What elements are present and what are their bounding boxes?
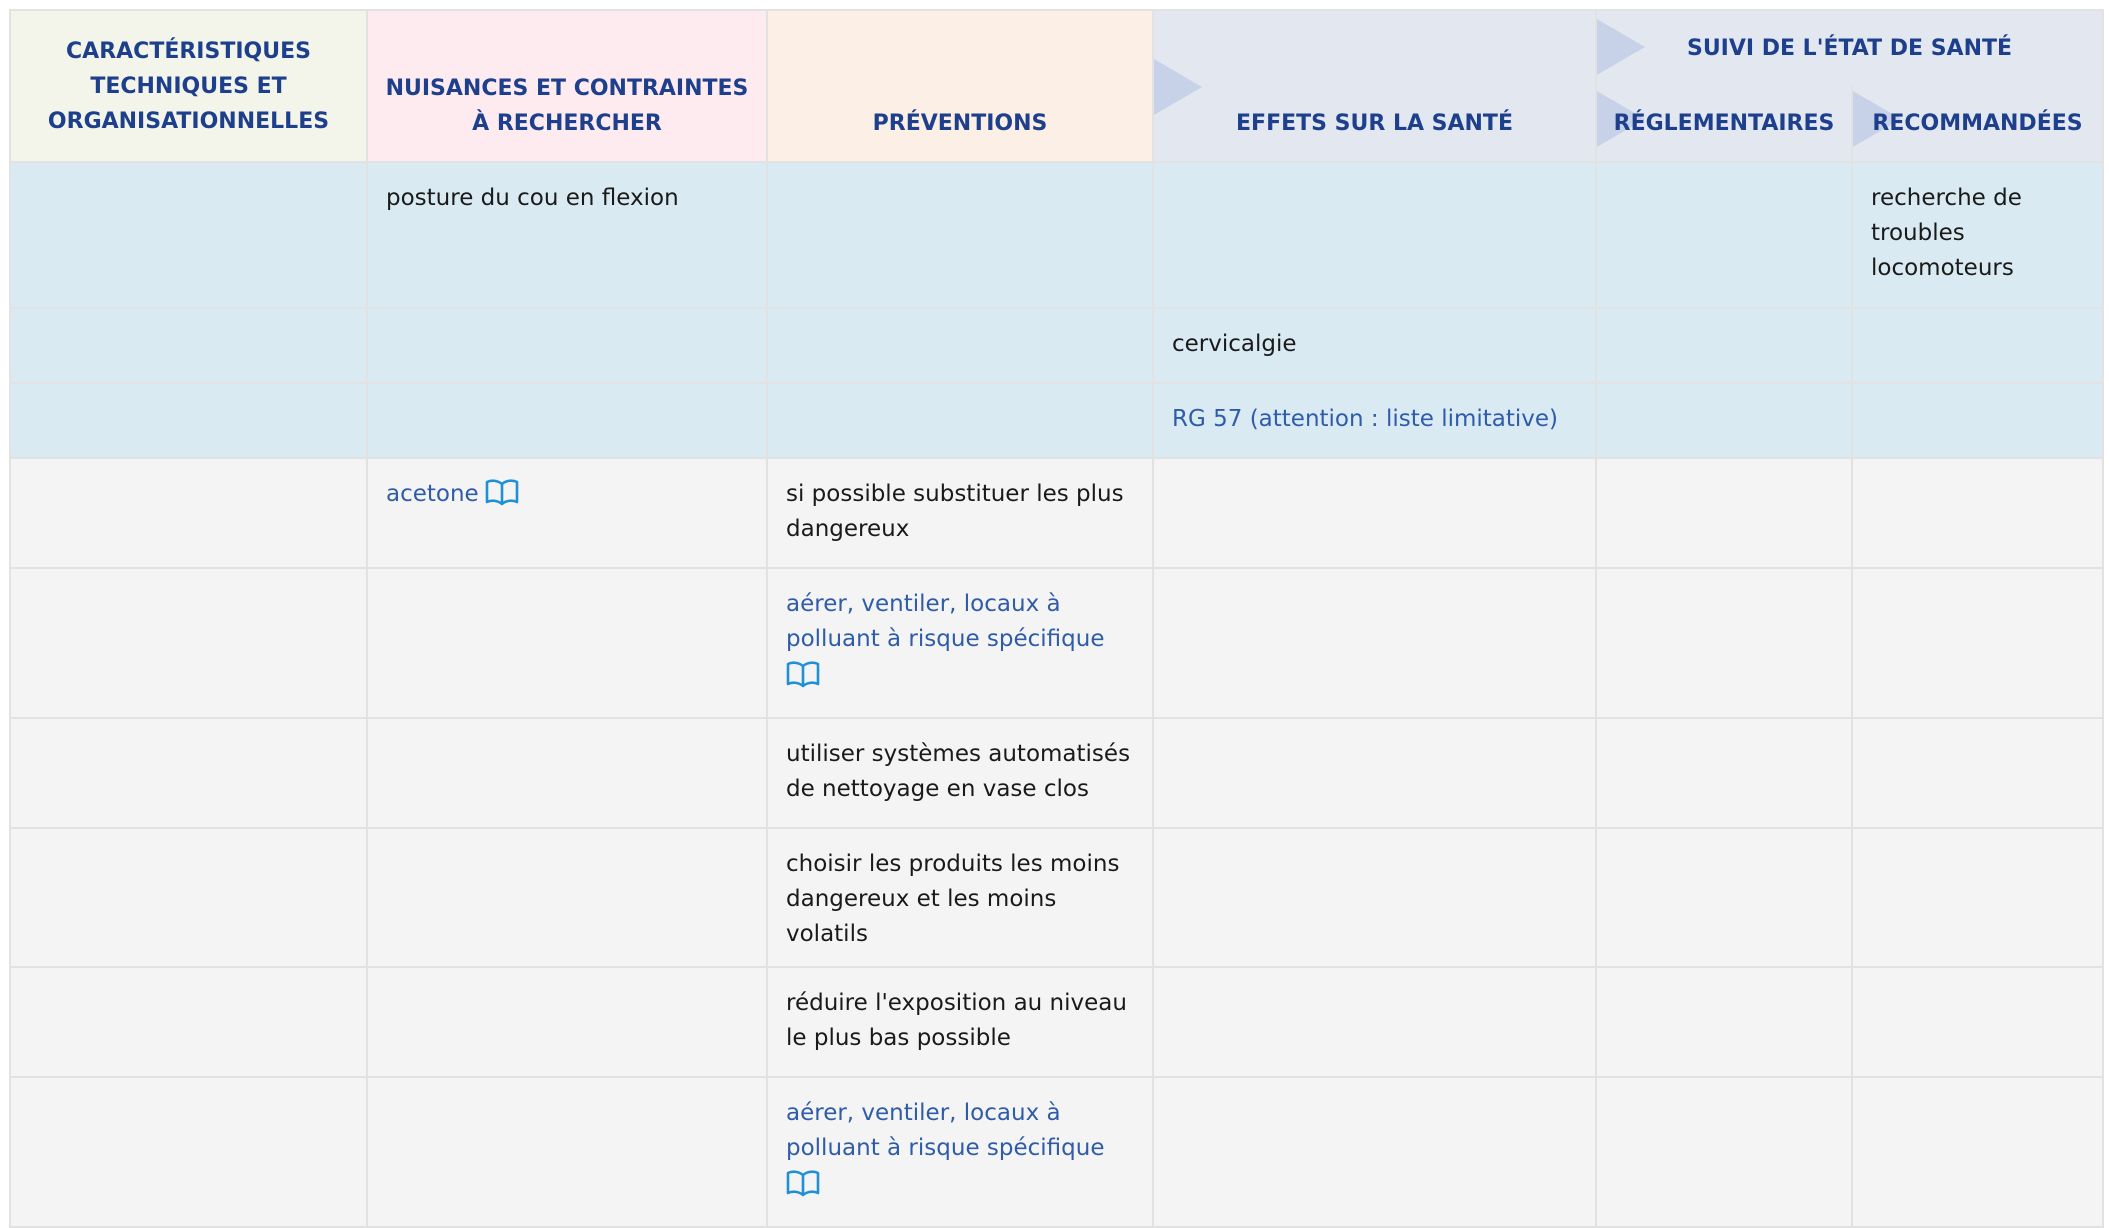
cell	[9, 382, 368, 459]
cell	[9, 827, 368, 968]
cell	[1851, 382, 2104, 459]
table-row: cervicalgie	[9, 307, 2104, 384]
risk-table: CARACTÉRISTIQUES TECHNIQUES ET ORGANISATIO…	[9, 9, 2104, 1228]
aerer-ventiler-link[interactable]: aérer, ventiler, locaux à polluant à risq…	[786, 1100, 1105, 1161]
cell	[366, 827, 768, 968]
header-effets-sante: EFFETS SUR LA SANTÉ	[1152, 9, 1597, 163]
header-reglementaires: RÉGLEMENTAIRES	[1595, 85, 1853, 163]
cell	[9, 307, 368, 384]
cell	[1152, 161, 1597, 309]
header-nuisances: NUISANCES ET CONTRAINTES À RECHERCHER	[366, 9, 768, 163]
cell-effets: RG 57 (attention : liste limitative)	[1152, 382, 1597, 459]
cell-prevention: utiliser systèmes automatisés de nettoyag…	[766, 717, 1154, 829]
cell	[1152, 457, 1597, 569]
cell	[1595, 1076, 1853, 1228]
cell	[9, 161, 368, 309]
cell	[1851, 567, 2104, 719]
cell	[9, 457, 368, 569]
cell	[766, 382, 1154, 459]
cell	[9, 567, 368, 719]
cell	[1851, 457, 2104, 569]
cell	[1595, 457, 1853, 569]
cell	[1595, 161, 1853, 309]
cell-prevention: choisir les produits les moins dangereux …	[766, 827, 1154, 968]
table-row: réduire l'exposition au niveau le plus ba…	[9, 966, 2104, 1078]
cell	[366, 382, 768, 459]
cell	[1851, 717, 2104, 829]
cell-nuisance: acetone	[366, 457, 768, 569]
rg57-link[interactable]: RG 57 (attention : liste limitative)	[1172, 406, 1558, 432]
header-caracteristiques: CARACTÉRISTIQUES TECHNIQUES ET ORGANISATIO…	[9, 9, 368, 163]
cell-recommandees: recherche de troubles locomoteurs	[1851, 161, 2104, 309]
cell	[1595, 717, 1853, 829]
header-preventions: PRÉVENTIONS	[766, 9, 1154, 163]
table-row: aérer, ventiler, locaux à polluant à risq…	[9, 567, 2104, 719]
cell-prevention: aérer, ventiler, locaux à polluant à risq…	[766, 567, 1154, 719]
header-recommandees: RECOMMANDÉES	[1851, 85, 2104, 163]
cell-prevention: aérer, ventiler, locaux à polluant à risq…	[766, 1076, 1154, 1228]
cell	[1152, 827, 1597, 968]
table-row: utiliser systèmes automatisés de nettoyag…	[9, 717, 2104, 829]
header-arrow-icon	[1598, 19, 1645, 75]
cell	[1595, 567, 1853, 719]
header-arrow-icon	[1155, 59, 1202, 115]
cell	[366, 1076, 768, 1228]
book-icon[interactable]	[786, 1169, 820, 1199]
cell-prevention: si possible substituer les plus dangereux	[766, 457, 1154, 569]
cell	[1595, 382, 1853, 459]
book-icon[interactable]	[485, 478, 519, 508]
cell	[9, 1076, 368, 1228]
cell	[366, 966, 768, 1078]
cell	[1152, 966, 1597, 1078]
cell	[9, 966, 368, 1078]
cell	[1152, 567, 1597, 719]
cell-nuisance: posture du cou en flexion	[366, 161, 768, 309]
table-row: RG 57 (attention : liste limitative)	[9, 382, 2104, 459]
cell-effets: cervicalgie	[1152, 307, 1597, 384]
table-row: choisir les produits les moins dangereux …	[9, 827, 2104, 968]
aerer-ventiler-link[interactable]: aérer, ventiler, locaux à polluant à risq…	[786, 591, 1105, 652]
table-row: acetone si possible substituer les plus d…	[9, 457, 2104, 569]
table-row: posture du cou en flexion recherche de tr…	[9, 161, 2104, 309]
cell	[1851, 307, 2104, 384]
header-suivi-etat-sante: SUIVI DE L'ÉTAT DE SANTÉ	[1595, 9, 2104, 85]
cell	[1595, 307, 1853, 384]
cell	[1152, 717, 1597, 829]
cell	[366, 717, 768, 829]
cell	[1851, 966, 2104, 1078]
cell	[766, 307, 1154, 384]
cell	[1851, 1076, 2104, 1228]
cell	[1152, 1076, 1597, 1228]
cell	[1595, 966, 1853, 1078]
cell	[366, 307, 768, 384]
cell	[1851, 827, 2104, 968]
acetone-link[interactable]: acetone	[386, 481, 479, 507]
cell-prevention: réduire l'exposition au niveau le plus ba…	[766, 966, 1154, 1078]
table-row: aérer, ventiler, locaux à polluant à risq…	[9, 1076, 2104, 1228]
book-icon[interactable]	[786, 660, 820, 690]
cell	[366, 567, 768, 719]
cell	[766, 161, 1154, 309]
cell	[9, 717, 368, 829]
cell	[1595, 827, 1853, 968]
